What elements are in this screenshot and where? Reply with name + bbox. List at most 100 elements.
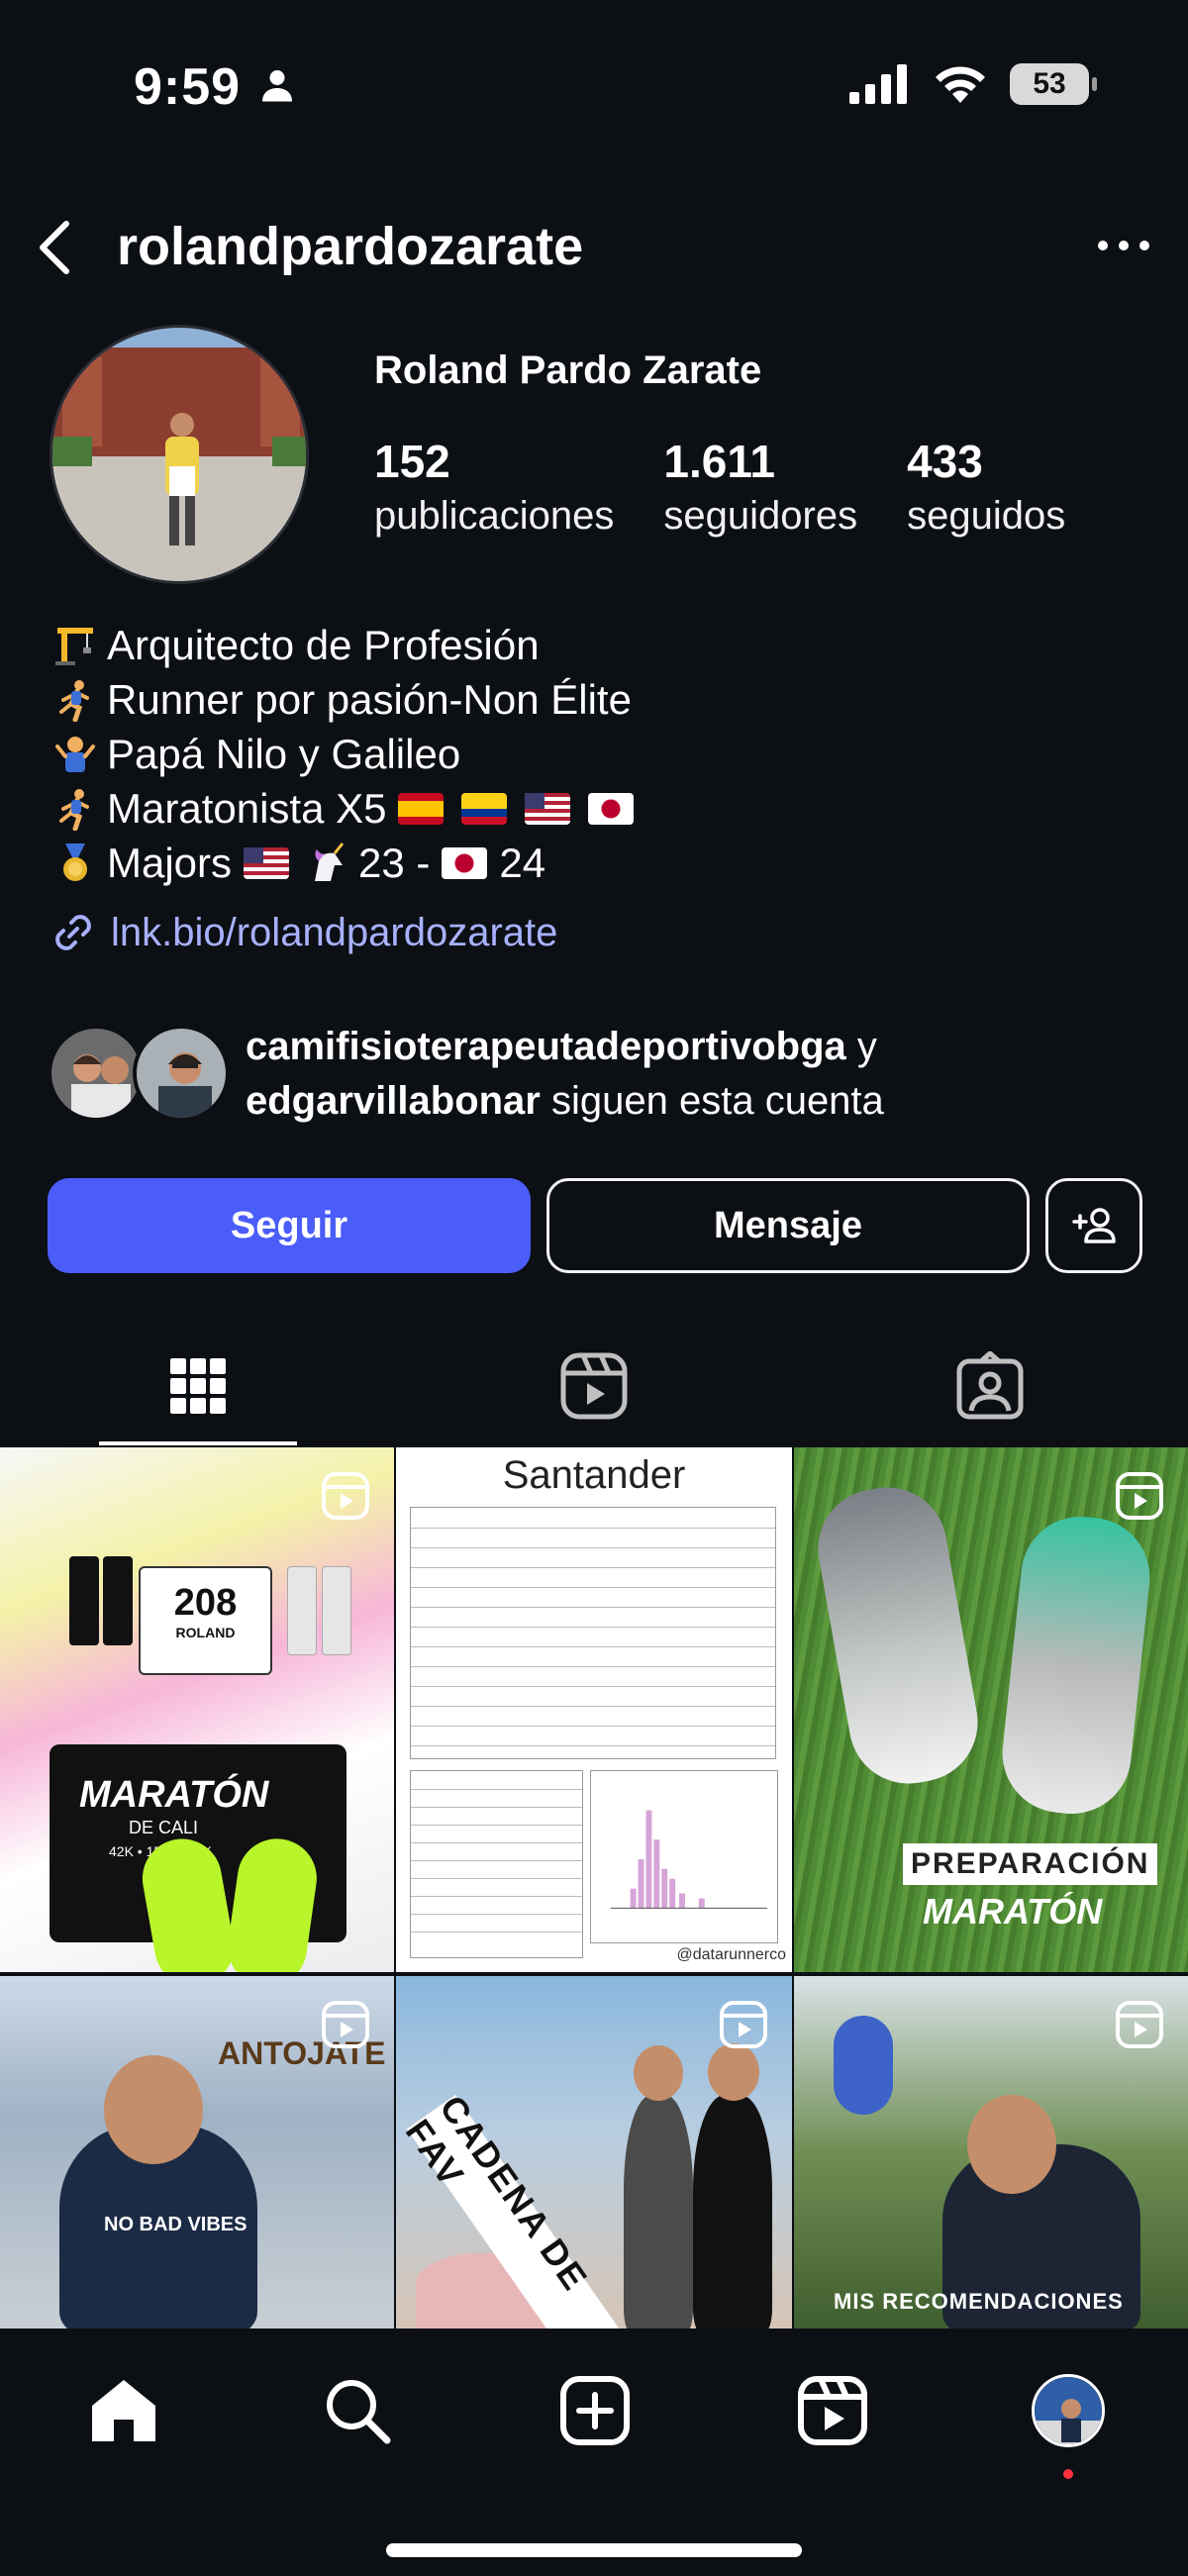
construction-crane-icon [50,624,101,667]
stat-followers[interactable]: 1.611 seguidores [663,434,857,543]
reel-badge-icon [1116,2001,1163,2048]
reel-badge-icon [322,2001,369,2048]
medal [834,2016,893,2115]
grid-icon [170,1358,226,1414]
profile-actions: Seguir Mensaje [48,1178,1142,1277]
profile-username: rolandpardozarate [117,217,584,276]
nav-create[interactable] [550,2366,640,2455]
status-indicators: 53 [849,63,1097,105]
gel-pack [103,1556,133,1645]
usa-flag-icon [244,846,290,879]
post-thumbnail[interactable]: MIS RECOMENDACIONES [794,1976,1188,2328]
profile-tabs [0,1327,1188,1445]
home-icon [92,2380,155,2441]
bio-line: Maratonista X5 [50,781,640,836]
avatar [48,1025,145,1122]
suggested-users-button[interactable] [1045,1178,1142,1273]
follow-button[interactable]: Seguir [48,1178,531,1273]
post-title: Santander [502,1453,686,1497]
stat-posts[interactable]: 152 publicaciones [374,434,614,543]
bio-line: Papá Nilo y Galileo [50,727,640,781]
race-bib: 208 ROLAND [139,1566,272,1675]
bio-text: Papá Nilo y Galileo [107,731,461,777]
japan-flag-icon [442,846,488,879]
more-icon [1098,241,1149,250]
post-thumbnail[interactable]: 208 ROLAND MARATÓN DE CALI 42K • 15K • 4… [0,1447,394,1972]
profile-display-name: Roland Pardo Zarate [374,348,762,392]
followed-by-text: camifisioterapeutadeportivobga y edgarvi… [246,1020,884,1129]
status-time: 9:59 [134,58,242,116]
home-indicator[interactable] [386,2543,802,2557]
bio-text: 24 [499,840,546,886]
bio-line: Majors 23 - 24 [50,836,640,890]
tagged-icon [956,1351,1024,1420]
post-thumbnail[interactable]: CADENA DE FAV [396,1976,792,2328]
post-thumbnail[interactable]: ANTOJATE NO BAD VIBES [0,1976,394,2328]
profile-link[interactable]: lnk.bio/rolandpardozarate [50,909,557,956]
spain-flag-icon [398,792,445,825]
bib-number: 208 [173,1582,238,1624]
follower-avatars [48,1023,236,1126]
avatar [133,1025,230,1122]
profile-avatar[interactable] [50,325,309,584]
bio-text: 23 - [358,840,431,886]
link-text: lnk.bio/rolandpardozarate [111,910,558,954]
usa-flag-icon [525,792,571,825]
bio-line: Arquitecto de Profesión [50,618,640,672]
nav-home[interactable] [79,2366,168,2455]
stat-following[interactable]: 433 seguidos [907,434,1065,543]
nav-search[interactable] [313,2366,402,2455]
add-user-icon [1072,1208,1116,1243]
watermark-text: @datarunnerco [676,1946,786,1963]
runner-icon [50,787,101,831]
follower-username[interactable]: camifisioterapeutadeportivobga [246,1025,846,1068]
nav-reels[interactable] [788,2366,877,2455]
signal-icon [849,64,907,104]
stat-value: 152 [374,436,450,487]
back-button[interactable] [20,213,89,282]
avatar [1032,2374,1105,2447]
face [634,2045,683,2101]
caption-text: MIS RECOMENDACIONES [834,2289,1124,2314]
message-button[interactable]: Mensaje [546,1178,1030,1273]
runner-icon [50,678,101,722]
avatar-photo [52,328,306,581]
tab-tagged[interactable] [792,1327,1188,1445]
tab-reels[interactable] [396,1327,792,1445]
connector-text: y [845,1025,877,1068]
more-options-button[interactable] [1089,216,1158,275]
histogram [590,1770,778,1943]
shoe [996,1511,1156,1820]
face [708,2043,759,2101]
stat-label: seguidos [907,494,1066,538]
bio-text: Majors [107,840,233,886]
post-thumbnail[interactable]: PREPARACIÓN MARATÓN [794,1447,1188,1972]
tab-posts-grid[interactable] [0,1327,396,1445]
search-icon [327,2380,391,2444]
shirt-text: NO BAD VIBES [104,2214,248,2235]
post-thumbnail[interactable]: Santander @datarunnerco [396,1447,792,1972]
bib-name: ROLAND [175,1625,236,1640]
profile-page: 9:59 53 rolandpardozarate Roland Pardo Z… [0,0,1188,2576]
reels-icon [798,2376,867,2445]
active-tab-indicator [99,1441,297,1445]
profile-header: rolandpardozarate [0,198,1188,297]
person [624,2095,693,2328]
followed-by[interactable]: camifisioterapeutadeportivobga y edgarvi… [48,1020,884,1129]
notification-dot [1063,2469,1073,2479]
person [693,2095,772,2328]
shrug-icon [50,733,101,776]
unicorn-icon [301,842,352,885]
profile-stats: 152 publicaciones 1.611 seguidores 433 s… [374,434,1065,543]
link-icon [55,915,91,950]
chevron-left-icon [40,221,69,274]
nav-profile[interactable] [1024,2366,1113,2455]
results-table [410,1507,776,1759]
post-label: PREPARACIÓN [903,1843,1158,1885]
gel-pack [69,1556,99,1645]
brand-text: MARATÓN [923,1891,1103,1932]
wifi-icon [936,66,985,103]
stat-label: seguidores [663,494,858,538]
follower-username[interactable]: edgarvillabonar [246,1079,541,1123]
reels-icon [560,1352,628,1420]
